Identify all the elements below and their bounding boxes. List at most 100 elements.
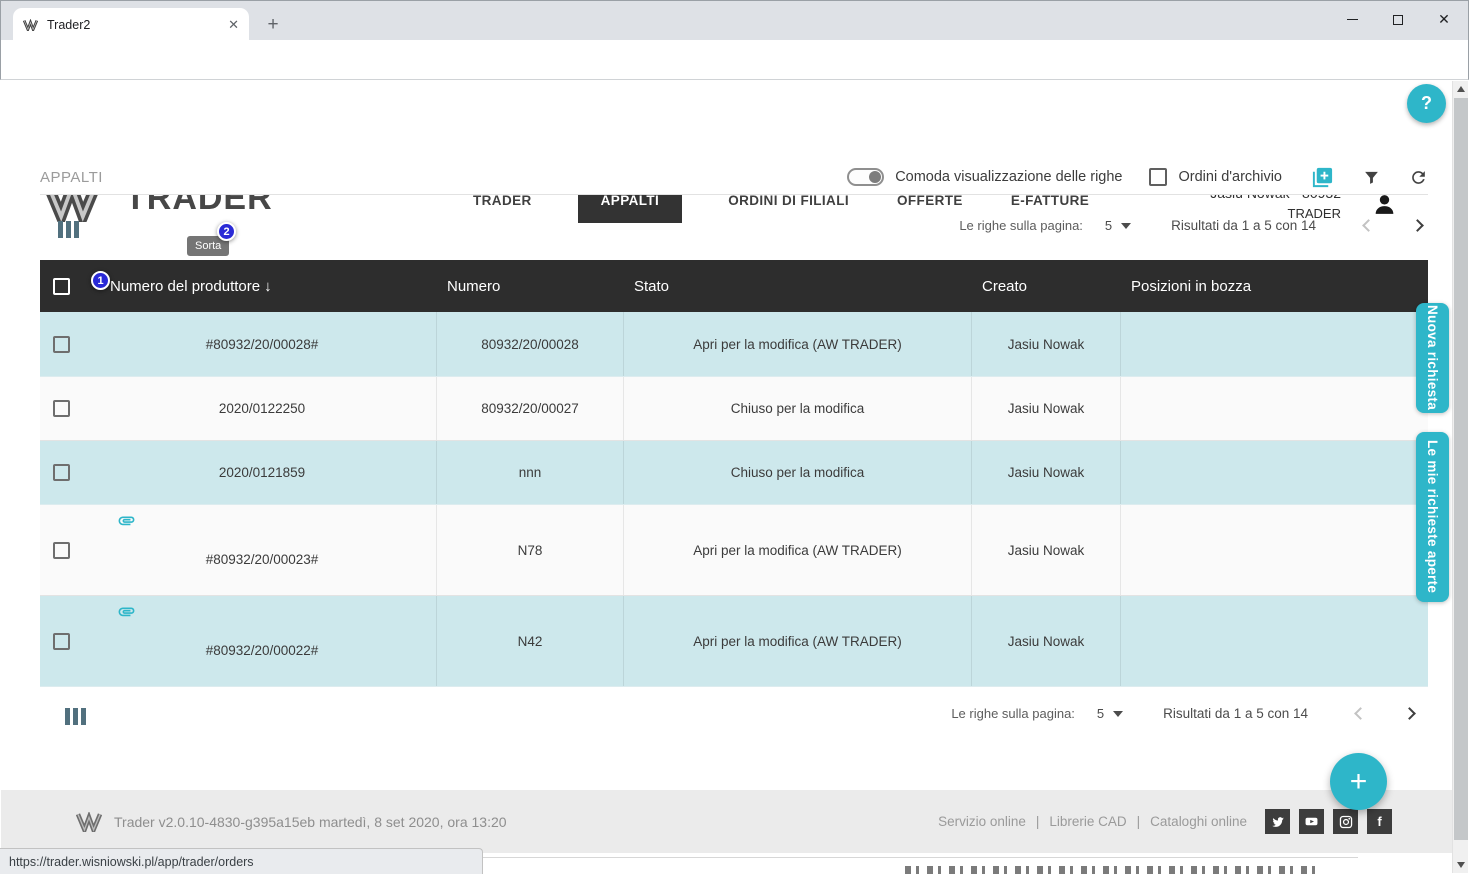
window-close-button[interactable]: ✕: [1421, 2, 1467, 37]
maximize-button[interactable]: [1375, 2, 1421, 37]
rows-per-page-value[interactable]: 5: [1105, 218, 1112, 233]
select-all-checkbox[interactable]: [53, 277, 70, 295]
scrollbar-thumb[interactable]: [1454, 98, 1468, 840]
browser-toolbar: ← → ⟳ trader.wisniowski.pl/app/trader/or…: [0, 40, 1469, 115]
tab-close-icon[interactable]: ✕: [228, 17, 239, 33]
window-controls: ✕: [1329, 2, 1467, 37]
column-settings-button[interactable]: [58, 221, 79, 238]
tour-badge-2[interactable]: 2: [217, 222, 236, 241]
add-fab-button[interactable]: +: [1330, 753, 1387, 810]
favicon-w-icon: [23, 18, 38, 31]
toolbar-controls: Comoda visualizzazione delle righe Ordin…: [847, 166, 1428, 189]
cell-status: Apri per la modifica (AW TRADER): [624, 505, 972, 595]
row-checkbox[interactable]: [53, 464, 70, 481]
footer-w-icon: [76, 811, 102, 832]
header-producer-number[interactable]: Numero del produttore ↓: [88, 278, 437, 295]
browser-tab[interactable]: Trader2 ✕: [13, 8, 249, 41]
cell-number: N42: [437, 596, 624, 686]
comfortable-rows-toggle[interactable]: [847, 168, 885, 186]
footer-links: Servizio online | Librerie CAD | Catalog…: [938, 809, 1392, 834]
rows-per-page-caret-icon[interactable]: [1121, 222, 1132, 229]
header-draft-positions[interactable]: Posizioni in bozza: [1121, 278, 1428, 295]
sort-desc-icon[interactable]: ↓: [264, 278, 272, 295]
footer-separator: |: [1136, 814, 1141, 829]
rows-per-page-label: Le righe sulla pagina:: [951, 706, 1075, 721]
scroll-up-icon[interactable]: [1453, 81, 1469, 97]
attachment-paperclip-icon[interactable]: [117, 602, 136, 621]
comfortable-rows-label: Comoda visualizzazione delle righe: [895, 169, 1123, 185]
social-icons: f: [1265, 809, 1392, 834]
cell-draft-positions: [1121, 312, 1428, 376]
table-row[interactable]: #80932/20/00022# N42 Apri per la modific…: [40, 596, 1428, 687]
row-checkbox[interactable]: [53, 400, 70, 417]
scroll-down-icon[interactable]: [1453, 857, 1469, 873]
cell-created: Jasiu Nowak: [972, 312, 1121, 376]
instagram-icon[interactable]: [1333, 809, 1358, 834]
filter-icon[interactable]: [1363, 169, 1380, 186]
footer-version-text: Trader v2.0.10-4830-g395a15eb martedì, 8…: [114, 813, 507, 830]
page-scrollbar[interactable]: [1452, 81, 1468, 873]
row-checkbox[interactable]: [53, 632, 70, 650]
facebook-icon[interactable]: f: [1367, 809, 1392, 834]
header-created[interactable]: Creato: [972, 278, 1121, 295]
maximize-icon: [1393, 14, 1403, 25]
cell-number: nnn: [437, 441, 624, 504]
table-row[interactable]: 2020/0121859 nnn Chiuso per la modifica …: [40, 441, 1428, 505]
table-row[interactable]: #80932/20/00028# 80932/20/00028 Apri per…: [40, 312, 1428, 377]
cell-producer-number: #80932/20/00023#: [88, 505, 437, 595]
help-button[interactable]: ?: [1407, 84, 1446, 123]
header-number[interactable]: Numero: [437, 278, 624, 295]
cell-draft-positions: [1121, 377, 1428, 440]
table-header-row: Numero del produttore ↓ Numero Stato Crea…: [40, 260, 1428, 312]
link-status-bar: https://trader.wisniowski.pl/app/trader/…: [0, 848, 483, 874]
list-toolbar: APPALTI Comoda visualizzazione delle rig…: [40, 160, 1428, 195]
column-settings-button-bottom[interactable]: [65, 708, 86, 725]
cell-producer-number: 2020/0122250: [88, 377, 437, 440]
new-request-button[interactable]: Nuova richiesta: [1416, 303, 1449, 413]
cell-created: Jasiu Nowak: [972, 505, 1121, 595]
page-title: APPALTI: [40, 168, 103, 186]
minimize-button[interactable]: [1329, 2, 1375, 37]
rows-per-page-value[interactable]: 5: [1097, 706, 1104, 721]
footer-branding: Trader v2.0.10-4830-g395a15eb martedì, 8…: [76, 811, 507, 832]
row-checkbox[interactable]: [53, 541, 70, 559]
columns-icon: [65, 708, 86, 725]
footer-link-cataloghi-online[interactable]: Cataloghi online: [1150, 814, 1247, 829]
cell-created: Jasiu Nowak: [972, 441, 1121, 504]
add-order-icon[interactable]: [1311, 166, 1334, 189]
prev-page-icon[interactable]: [1354, 707, 1367, 720]
user-avatar-icon[interactable]: [1372, 192, 1397, 217]
cell-created: Jasiu Nowak: [972, 377, 1121, 440]
browser-tab-strip: Trader2 ✕ + ✕: [0, 0, 1469, 41]
attachment-paperclip-icon[interactable]: [117, 511, 136, 530]
twitter-icon[interactable]: [1265, 809, 1290, 834]
table-row[interactable]: #80932/20/00023# N78 Apri per la modific…: [40, 505, 1428, 596]
header-status[interactable]: Stato: [624, 278, 972, 295]
next-page-icon[interactable]: [1411, 219, 1424, 232]
youtube-icon[interactable]: [1299, 809, 1324, 834]
minimize-icon: [1346, 19, 1358, 20]
footer-separator: |: [1035, 814, 1040, 829]
rows-per-page-label: Le righe sulla pagina:: [959, 218, 1083, 233]
refresh-icon[interactable]: [1409, 168, 1428, 187]
pagination-top: Le righe sulla pagina: 5 Risultati da 1 …: [959, 218, 1424, 233]
cell-status: Apri per la modifica (AW TRADER): [624, 596, 972, 686]
tab-title: Trader2: [47, 17, 91, 32]
my-open-requests-button[interactable]: Le mie richieste aperte: [1416, 432, 1449, 602]
new-tab-button[interactable]: +: [259, 11, 287, 39]
results-range: Risultati da 1 a 5 con 14: [1163, 706, 1308, 721]
cell-status: Chiuso per la modifica: [624, 377, 972, 440]
table-row[interactable]: 2020/0122250 80932/20/00027 Chiuso per l…: [40, 377, 1428, 441]
footer-link-librerie-cad[interactable]: Librerie CAD: [1049, 814, 1126, 829]
row-checkbox[interactable]: [53, 335, 70, 353]
prev-page-icon[interactable]: [1362, 219, 1375, 232]
cell-producer-number: #80932/20/00028#: [88, 312, 437, 376]
tour-badge-1[interactable]: 1: [91, 271, 110, 290]
cell-created: Jasiu Nowak: [972, 596, 1121, 686]
next-page-icon[interactable]: [1403, 707, 1416, 720]
footer-link-servizio-online[interactable]: Servizio online: [938, 814, 1026, 829]
columns-icon: [58, 221, 79, 238]
rows-per-page-caret-icon[interactable]: [1113, 710, 1124, 717]
cutoff-content-strip: [905, 866, 1315, 874]
archive-orders-checkbox[interactable]: [1149, 168, 1168, 186]
